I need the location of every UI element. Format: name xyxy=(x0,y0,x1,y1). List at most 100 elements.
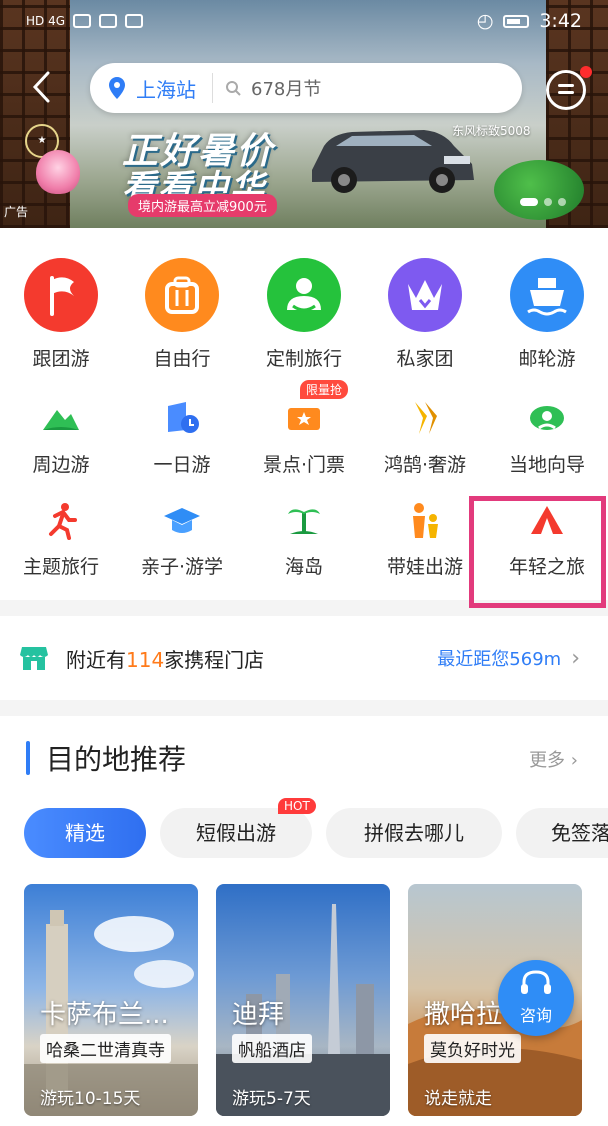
search-input[interactable]: 678月节 xyxy=(251,75,321,101)
category-label: 亲子·游学 xyxy=(140,556,224,578)
category-tickets[interactable]: 景点·门票 xyxy=(243,398,365,477)
ship-icon xyxy=(510,258,584,332)
stores-suffix: 家携程门店 xyxy=(164,647,265,672)
category-label: 主题旅行 xyxy=(22,556,99,578)
category-group-tour[interactable]: 跟团游 xyxy=(0,258,122,371)
suitcase-icon xyxy=(145,258,219,332)
destination-tag: 哈桑二世清真寺 xyxy=(40,1034,171,1063)
destination-card-dubai[interactable]: 迪拜 帆船酒店 游玩5-7天 xyxy=(216,884,390,1116)
nearby-stores-bar[interactable]: 附近有114家携程门店 最近距您569m › xyxy=(0,616,608,700)
destination-tag: 帆船酒店 xyxy=(232,1034,312,1063)
lotus-icon xyxy=(36,150,80,194)
person-icon xyxy=(267,258,341,332)
category-luxury[interactable]: 鸿鹄·奢游 xyxy=(364,398,486,477)
tab-short-holiday[interactable]: 短假出游 xyxy=(160,808,312,858)
category-label: 景点·门票 xyxy=(262,454,346,476)
mail-icon xyxy=(99,14,118,28)
lotus-leaf-icon xyxy=(494,160,584,220)
primary-category-row: 跟团游 自由行 定制旅行 私家团 邮轮游 xyxy=(0,258,608,378)
more-link[interactable]: 更多 › xyxy=(529,746,578,772)
more-label: 更多 xyxy=(529,750,566,771)
status-bar: HD 4G ◴ 3:42 xyxy=(0,0,608,42)
destination-duration: 说走就走 xyxy=(424,1089,492,1109)
luxury-icon xyxy=(405,398,445,438)
message-button[interactable] xyxy=(546,70,586,110)
search-bar[interactable]: 上海站 678月节 xyxy=(90,63,522,113)
tab-featured[interactable]: 精选 xyxy=(24,808,146,858)
category-free-travel[interactable]: 自由行 xyxy=(121,258,243,371)
category-island[interactable]: 海岛 xyxy=(243,500,365,579)
category-cruise[interactable]: 邮轮游 xyxy=(486,258,608,371)
category-local-guide[interactable]: 当地向导 xyxy=(486,398,608,477)
stores-count: 114 xyxy=(126,647,165,672)
category-day-trip[interactable]: 一日游 xyxy=(121,398,243,477)
back-button[interactable] xyxy=(30,70,60,106)
category-theme-travel[interactable]: 主题旅行 xyxy=(0,500,122,579)
nearest-distance: 最近距您569m xyxy=(437,649,562,670)
destination-card-casablanca[interactable]: 卡萨布兰... 哈桑二世清真寺 游玩10-15天 xyxy=(24,884,198,1116)
category-kids-trip[interactable]: 带娃出游 xyxy=(364,500,486,579)
category-label: 定制旅行 xyxy=(265,348,342,370)
promo-discount-badge: 境内游最高立减900元 xyxy=(128,194,277,217)
category-label: 自由行 xyxy=(153,348,211,370)
battery-icon xyxy=(503,14,530,28)
category-label: 鸿鹄·奢游 xyxy=(383,454,467,476)
tab-visa-free[interactable]: 免签落 xyxy=(516,808,608,858)
limited-offer-badge: 限量抢 xyxy=(300,380,349,399)
hot-badge: HOT xyxy=(278,798,316,814)
chevron-left-icon xyxy=(32,71,50,103)
category-label: 私家团 xyxy=(396,348,454,370)
runner-icon xyxy=(41,500,81,540)
search-icon xyxy=(226,81,241,96)
network-label: HD 4G xyxy=(26,14,66,28)
destination-duration: 游玩10-15天 xyxy=(40,1089,141,1109)
destination-name: 撒哈拉 xyxy=(424,1000,503,1030)
category-family-study[interactable]: 亲子·游学 xyxy=(121,500,243,579)
nearby-stores-label: 附近有114家携程门店 xyxy=(66,644,264,673)
section-title: 目的地推荐 xyxy=(46,743,187,776)
consult-button[interactable]: 咨询 xyxy=(498,960,574,1036)
chevron-right-icon: › xyxy=(570,750,578,771)
location-pin-icon xyxy=(109,77,125,99)
category-label: 当地向导 xyxy=(508,454,585,476)
palm-tree-icon xyxy=(284,500,324,540)
family-icon xyxy=(405,500,445,540)
category-label: 邮轮游 xyxy=(518,348,576,370)
alarm-icon: ◴ xyxy=(476,10,494,32)
destination-tabs: 精选 短假出游 拼假去哪儿 免签落 xyxy=(24,808,608,860)
graduation-cap-icon xyxy=(162,500,202,540)
section-accent-bar xyxy=(26,741,30,775)
destination-section: 目的地推荐 更多 › 精选 短假出游 拼假去哪儿 免签落 HOT 卡萨布兰...… xyxy=(0,716,608,1126)
category-label: 跟团游 xyxy=(32,348,90,370)
clock-time: 3:42 xyxy=(539,10,582,32)
day-trip-icon xyxy=(162,398,202,438)
destination-name: 迪拜 xyxy=(232,1000,285,1030)
destination-tag: 莫负好时光 xyxy=(424,1034,521,1063)
category-label: 周边游 xyxy=(32,454,90,476)
mountain-icon xyxy=(41,398,81,438)
destination-duration: 游玩5-7天 xyxy=(232,1089,311,1109)
city-selector[interactable]: 上海站 xyxy=(136,74,196,103)
wifi-icon xyxy=(73,14,92,28)
category-nearby[interactable]: 周边游 xyxy=(0,398,122,477)
flag-icon xyxy=(24,258,98,332)
chevron-right-icon: › xyxy=(571,645,580,671)
category-label: 海岛 xyxy=(284,556,323,578)
consult-label: 咨询 xyxy=(519,1006,552,1025)
highlight-frame xyxy=(469,496,606,608)
search-divider xyxy=(212,73,213,103)
app-icon xyxy=(125,14,144,28)
car-brand-label: 东风标致5008 xyxy=(452,124,531,138)
category-label: 带娃出游 xyxy=(386,556,463,578)
headset-icon xyxy=(521,970,551,994)
tab-combined-leave[interactable]: 拼假去哪儿 xyxy=(326,808,502,858)
promo-banner[interactable]: ★ HD 4G ◴ 3:42 上海站 678月节 正好暑价 看看中华 境内游最高… xyxy=(0,0,608,228)
destination-name: 卡萨布兰... xyxy=(40,1000,169,1030)
category-private-tour[interactable]: 私家团 xyxy=(364,258,486,371)
crown-icon xyxy=(388,258,462,332)
carousel-indicator xyxy=(520,198,566,206)
ticket-icon xyxy=(284,398,324,438)
category-custom-travel[interactable]: 定制旅行 xyxy=(243,258,365,371)
ad-label: 广告 xyxy=(4,205,29,219)
notification-dot xyxy=(580,66,592,78)
